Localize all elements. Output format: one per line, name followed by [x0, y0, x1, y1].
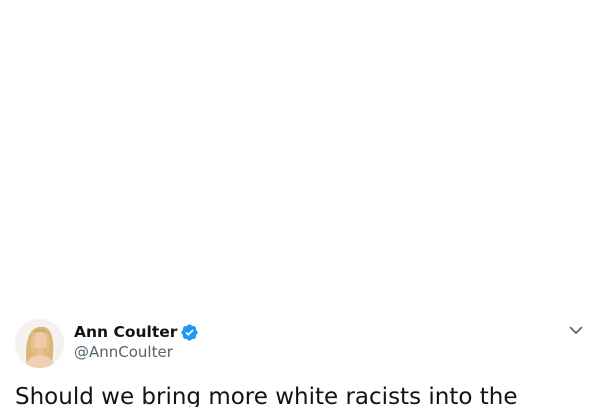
avatar[interactable] [15, 319, 64, 368]
verified-badge-icon [180, 323, 199, 342]
display-name[interactable]: Ann Coulter [74, 323, 177, 341]
chevron-down-icon [569, 326, 583, 334]
user-info: Ann Coulter @AnnCoulter [74, 321, 199, 361]
name-row: Ann Coulter [74, 321, 199, 343]
tweet-text: Should we bring more white racists into … [15, 384, 518, 407]
more-options-button[interactable] [566, 321, 586, 339]
tweet-card: Ann Coulter @AnnCoulter Should we bring … [0, 310, 598, 407]
user-handle[interactable]: @AnnCoulter [74, 343, 199, 361]
profile-photo-icon [15, 319, 64, 368]
blank-embed-area [0, 0, 598, 310]
